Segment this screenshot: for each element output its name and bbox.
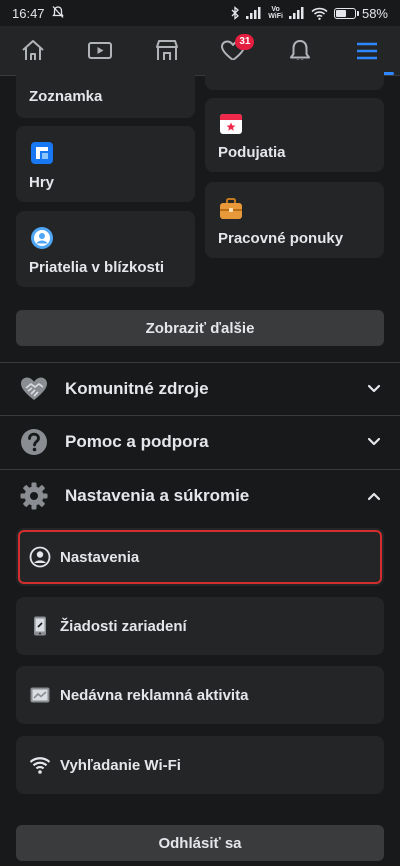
shortcut-events[interactable]: Podujatia — [205, 98, 384, 172]
shortcut-nearby-friends-label: Priatelia v blízkosti — [29, 259, 165, 276]
chevron-up-icon — [364, 486, 384, 506]
volte-line-1: Vo — [271, 6, 280, 13]
calendar-icon — [218, 110, 244, 136]
volte-line-2: WiFi — [268, 13, 283, 20]
user-circle-icon — [28, 545, 52, 569]
bluetooth-icon — [230, 6, 240, 20]
handshake-icon — [18, 373, 50, 405]
signal-icon — [246, 7, 262, 19]
clock: 16:47 — [12, 5, 45, 21]
section-help-label: Pomoc a podpora — [65, 432, 209, 451]
wifi-finder-label: Vyhľadanie Wi-Fi — [60, 756, 181, 774]
ad-activity-icon — [28, 683, 52, 707]
chevron-down-icon — [364, 379, 384, 399]
section-community-resources[interactable]: Komunitné zdroje — [0, 363, 400, 415]
shortcut-games-label: Hry — [29, 174, 55, 191]
settings-item-label: Nastavenia — [60, 548, 140, 566]
wifi-finder-item[interactable]: Vyhľadanie Wi-Fi — [16, 736, 384, 794]
shortcut-jobs[interactable]: Pracovné ponuky — [205, 182, 384, 258]
device-requests-label: Žiadosti zariadení — [60, 617, 187, 635]
nearby-friends-icon — [29, 225, 55, 251]
shortcut-events-label: Podujatia — [218, 144, 286, 161]
briefcase-icon — [218, 196, 244, 222]
shortcut-games[interactable]: Hry — [16, 126, 195, 202]
battery-indicator: 58% — [333, 5, 388, 21]
gear-icon — [18, 480, 50, 512]
chevron-down-icon — [364, 432, 384, 452]
notification-badge: 31 — [235, 34, 255, 50]
muted-bell-icon — [51, 5, 65, 22]
settings-item[interactable]: Nastavenia — [16, 528, 384, 586]
battery-percent: 58% — [361, 5, 388, 21]
section-settings-label: Nastavenia a súkromie — [65, 486, 250, 505]
wifi-finder-icon — [28, 753, 52, 777]
ad-activity-label: Nedávna reklamná aktivita — [60, 686, 249, 704]
volte-indicator: Vo WiFi — [268, 6, 283, 20]
battery-fill — [335, 9, 347, 17]
question-icon — [18, 426, 50, 458]
ad-activity-item[interactable]: Nedávna reklamná aktivita — [16, 666, 384, 724]
wifi-icon — [311, 7, 328, 20]
section-settings-privacy[interactable]: Nastavenia a súkromie — [0, 470, 400, 522]
phone-icon — [28, 614, 52, 638]
shortcut-dating[interactable]: Zoznamka — [16, 60, 195, 118]
shortcut-jobs-label: Pracovné ponuky — [218, 230, 344, 247]
device-requests-item[interactable]: Žiadosti zariadení — [16, 597, 384, 655]
battery-icon — [333, 7, 356, 19]
battery-cap — [356, 10, 359, 16]
section-community-label: Komunitné zdroje — [65, 379, 209, 398]
shortcut-card-top-right[interactable] — [205, 60, 384, 90]
logout-button[interactable]: Odhlásiť sa — [16, 825, 384, 861]
gaming-icon — [29, 140, 55, 166]
section-help-support[interactable]: Pomoc a podpora — [0, 416, 400, 468]
signal-icon-2 — [288, 7, 305, 19]
shortcut-dating-label: Zoznamka — [29, 88, 103, 105]
see-more-button[interactable]: Zobraziť ďalšie — [16, 310, 384, 346]
shortcut-nearby-friends[interactable]: Priatelia v blízkosti — [16, 211, 195, 287]
status-bar: 16:47 Vo WiFi 58% — [0, 0, 400, 26]
